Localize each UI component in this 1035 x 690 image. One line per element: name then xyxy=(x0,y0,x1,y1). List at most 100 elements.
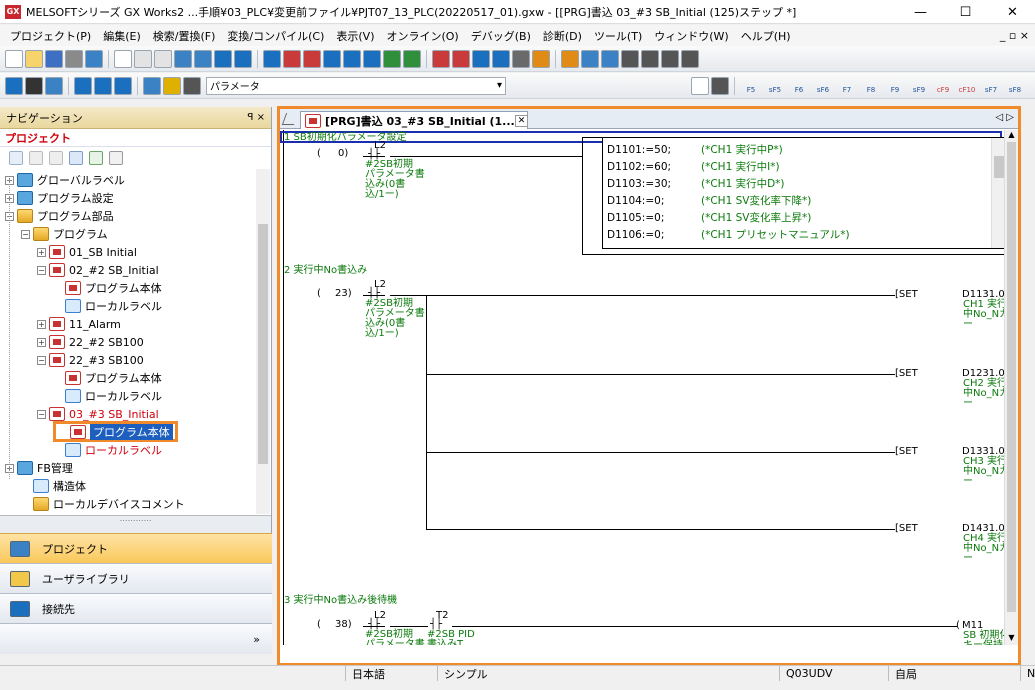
fkey-button[interactable]: F8 xyxy=(860,77,882,95)
tree-item[interactable]: +22_#2 SB100 xyxy=(37,333,144,351)
tree-item[interactable]: +11_Alarm xyxy=(37,315,121,333)
tree-item[interactable]: プログラム本体 xyxy=(53,279,162,297)
tab-dropdown-icon[interactable] xyxy=(281,113,299,125)
toolbar-button[interactable] xyxy=(283,49,301,68)
toolbar-button[interactable] xyxy=(343,49,361,68)
expand-toggle-icon[interactable]: − xyxy=(21,229,30,239)
toolbar-button[interactable] xyxy=(154,49,172,68)
fkey-button[interactable]: sF9 xyxy=(908,77,930,95)
fkey-button[interactable]: sF5 xyxy=(764,77,786,95)
toolbar-button[interactable] xyxy=(303,49,321,68)
toolbar-button[interactable] xyxy=(512,49,530,68)
nav-tab[interactable]: ユーザライブラリ xyxy=(0,563,272,593)
toolbar-button[interactable] xyxy=(74,76,92,95)
toolbar-button[interactable] xyxy=(641,49,659,68)
toolbar-button[interactable] xyxy=(114,76,132,95)
paste-icon[interactable] xyxy=(49,151,63,165)
tree-item[interactable]: ローカルラベル xyxy=(53,297,162,315)
toolbar-button[interactable] xyxy=(234,49,252,68)
toolbar-button[interactable] xyxy=(681,49,699,68)
tree-item[interactable]: ローカルラベル xyxy=(53,387,162,405)
nav-splitter[interactable]: ⋯⋯⋯⋯ xyxy=(0,515,271,533)
maximize-button[interactable]: ☐ xyxy=(943,0,988,24)
refresh-icon[interactable] xyxy=(89,151,103,165)
menu-item[interactable]: 編集(E) xyxy=(97,28,147,44)
editor-scrollbar[interactable]: ▲ ▼ xyxy=(1004,130,1018,645)
fkey-button[interactable]: F5 xyxy=(740,77,762,95)
tree-item[interactable]: − プログラム xyxy=(21,225,108,243)
toolbar-button[interactable] xyxy=(403,49,421,68)
toolbar-button[interactable] xyxy=(45,76,63,95)
toolbar-button[interactable] xyxy=(174,49,192,68)
menu-item[interactable]: ツール(T) xyxy=(588,28,648,44)
tab-nav-arrows[interactable]: ◁ ▷ xyxy=(995,112,1014,123)
tab-close-icon[interactable]: ✕ xyxy=(514,114,529,127)
coil-instruction[interactable]: [SET xyxy=(895,447,918,457)
block-title[interactable]: 3 実行中No書込み後待機 xyxy=(284,596,397,606)
toolbar-button[interactable] xyxy=(214,49,232,68)
toolbar-button[interactable] xyxy=(363,49,381,68)
toolbar-button[interactable] xyxy=(621,49,639,68)
menu-item[interactable]: ウィンドウ(W) xyxy=(648,28,734,44)
toolbar-button[interactable] xyxy=(532,49,550,68)
toolbar-button[interactable] xyxy=(492,49,510,68)
block-title[interactable]: 2 実行中No書込み xyxy=(284,266,367,276)
toolbar-button[interactable] xyxy=(323,49,341,68)
tree-item[interactable]: − 22_#3 SB100 xyxy=(37,351,144,369)
expand-toggle-icon[interactable]: − xyxy=(37,265,46,275)
tree-item[interactable]: − 02_#2 SB_Initial xyxy=(37,261,159,279)
toolbar-button[interactable] xyxy=(383,49,401,68)
menu-item[interactable]: ヘルプ(H) xyxy=(735,28,797,44)
filter-icon[interactable] xyxy=(109,151,123,165)
fkey-button[interactable]: sF6 xyxy=(812,77,834,95)
tree-item[interactable]: 構造体 xyxy=(21,477,86,495)
expand-toggle-icon[interactable]: − xyxy=(37,355,46,365)
toolbar-button[interactable] xyxy=(25,49,43,68)
nav-tab[interactable]: 接続先 xyxy=(0,593,272,623)
nav-tab[interactable]: プロジェクト xyxy=(0,533,272,563)
tree-item[interactable]: + プログラム設定 xyxy=(5,189,114,207)
toolbar-button[interactable] xyxy=(143,76,161,95)
tree-item[interactable]: プログラム本体 xyxy=(53,369,162,387)
expand-toggle-icon[interactable]: + xyxy=(37,319,46,329)
mdi-window-controls[interactable]: _ ▫ × xyxy=(1000,29,1029,42)
menu-item[interactable]: オンライン(O) xyxy=(380,28,464,44)
nav-overflow-tab[interactable]: » xyxy=(0,623,272,654)
property-icon[interactable] xyxy=(69,151,83,165)
tree-item[interactable]: − プログラム部品 xyxy=(5,207,114,225)
nav-pin-close[interactable]: ꟼ × xyxy=(247,112,265,123)
tree-item[interactable]: +01_SB Initial xyxy=(37,243,137,261)
tab-program-editor[interactable]: [PRG]書込 03_#3 SB_Initial (1... ✕ xyxy=(300,111,529,129)
toolbar-button[interactable] xyxy=(5,49,23,68)
expand-toggle-icon[interactable]: − xyxy=(37,409,46,419)
toolbar-button[interactable] xyxy=(601,49,619,68)
menu-item[interactable]: 変換/コンパイル(C) xyxy=(221,28,330,44)
toolbar-button[interactable] xyxy=(183,76,201,95)
st-inline-box[interactable]: D1101:=50; (*CH1 実行中P*) D1102:=60; (*CH1 実行… xyxy=(602,137,1004,249)
fkey-button[interactable]: cF9 xyxy=(932,77,954,95)
toolbar-button[interactable] xyxy=(114,49,132,68)
minimize-button[interactable]: — xyxy=(898,0,943,24)
toolbar-button[interactable] xyxy=(65,49,83,68)
tree-item[interactable]: + グローバルラベル xyxy=(5,171,125,189)
ladder-canvas[interactable]: 1 SB初期化パラメータ設定(0) L2 ┤├ #2SB初期 パラメータ書 込み(0書… xyxy=(280,130,1004,645)
menu-item[interactable]: プロジェクト(P) xyxy=(4,28,97,44)
menu-item[interactable]: 検索/置換(F) xyxy=(147,28,222,44)
toolbar-button[interactable] xyxy=(581,49,599,68)
expand-toggle-icon[interactable]: + xyxy=(37,337,46,347)
tree-item[interactable]: ローカルデバイスコメント xyxy=(21,495,185,513)
toolbar-button[interactable] xyxy=(45,49,63,68)
menu-item[interactable]: 表示(V) xyxy=(330,28,380,44)
toolbar-button[interactable] xyxy=(452,49,470,68)
tree-item[interactable]: プログラム本体 xyxy=(53,421,178,442)
fkey-button[interactable]: F7 xyxy=(836,77,858,95)
toolbar-button[interactable] xyxy=(5,76,23,95)
tree-scrollbar[interactable] xyxy=(256,169,270,514)
toolbar-button[interactable] xyxy=(472,49,490,68)
fkey-button[interactable]: cF10 xyxy=(956,77,978,95)
toolbar-button[interactable] xyxy=(432,49,450,68)
fkey-button[interactable]: F9 xyxy=(884,77,906,95)
coil-instruction[interactable]: [SET xyxy=(895,524,918,534)
toolbar-button[interactable] xyxy=(163,76,181,95)
toolbar-button[interactable] xyxy=(94,76,112,95)
